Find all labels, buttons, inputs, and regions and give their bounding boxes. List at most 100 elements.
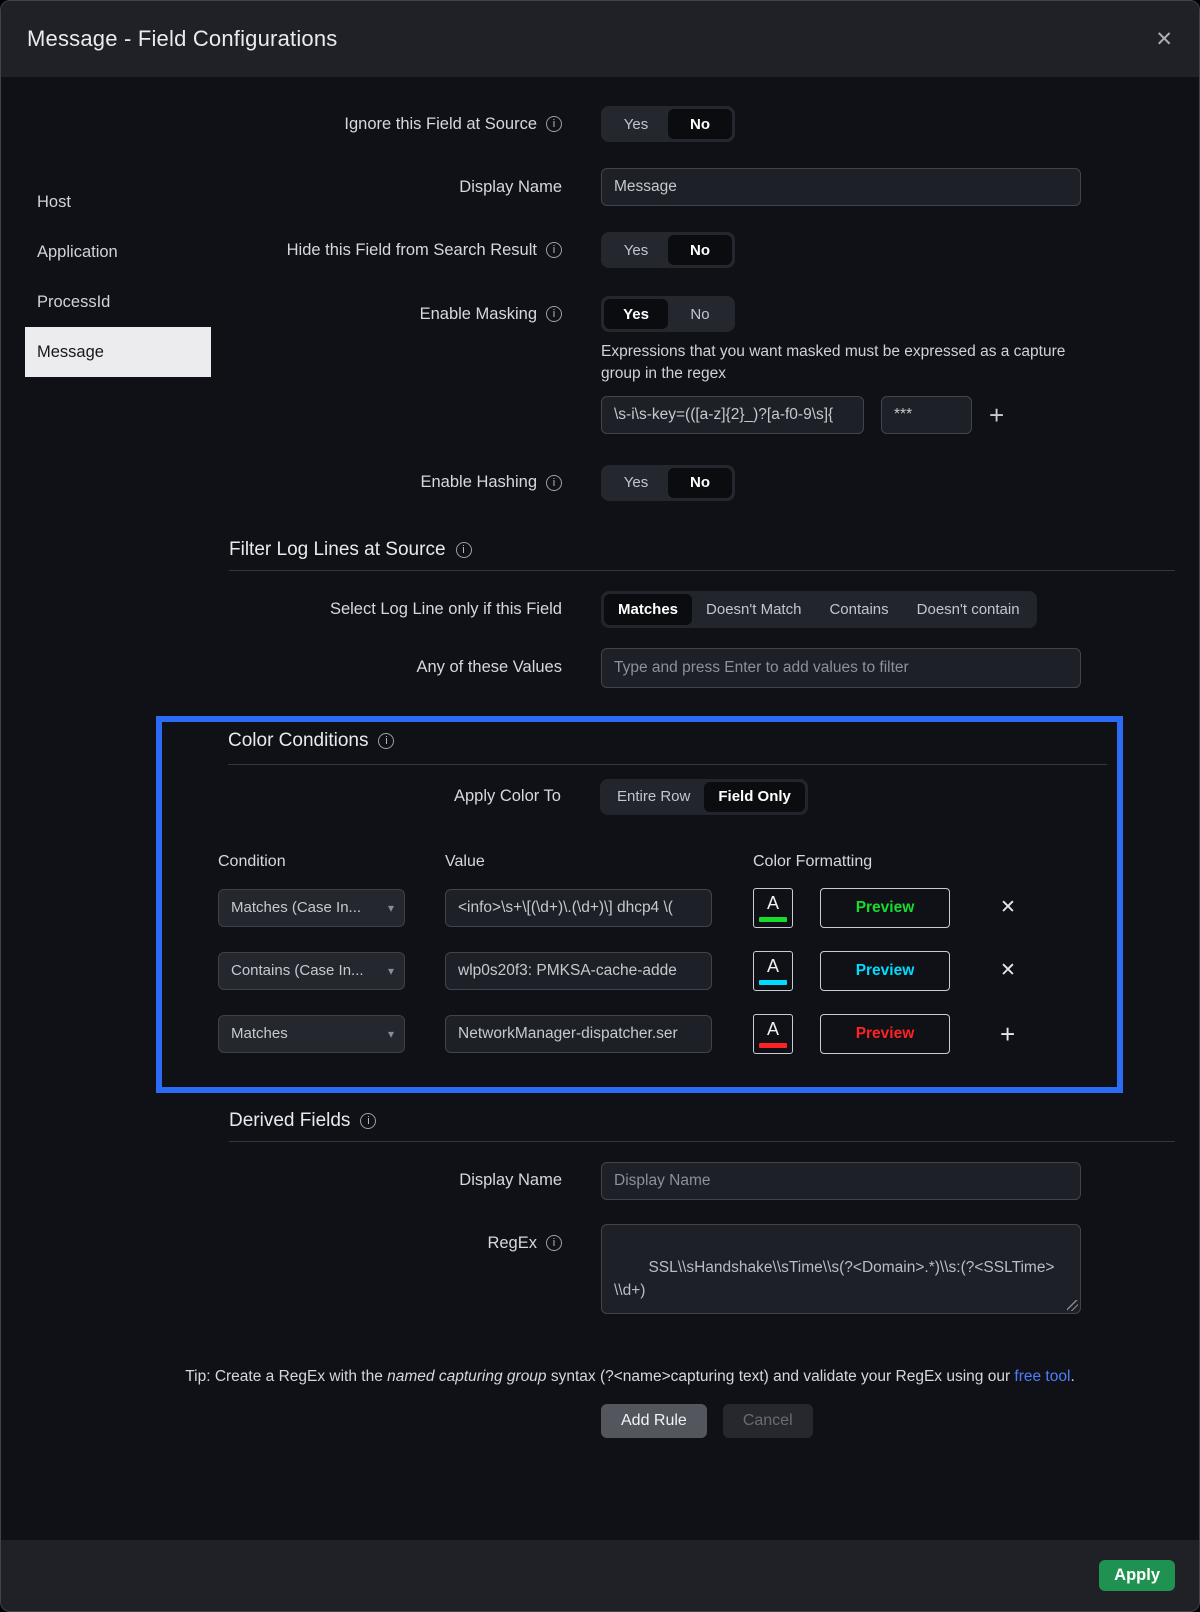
font-color-button[interactable]: A <box>753 951 793 991</box>
info-icon[interactable]: i <box>546 1235 562 1251</box>
toggle-no-option[interactable]: No <box>668 235 732 265</box>
tip-text: Tip: Create a RegEx with the <box>185 1368 387 1385</box>
derived-regex-row: RegEx i SSL\\sHandshake\\sTime\\s(?<Doma… <box>25 1224 1175 1314</box>
info-icon[interactable]: i <box>378 733 394 749</box>
sidebar-item-application[interactable]: Application <box>25 227 211 277</box>
section-title-text: Color Conditions <box>228 730 368 752</box>
regex-text: SSL\\sHandshake\\sTime\\s(?<Domain>.*)\\… <box>614 1259 1055 1299</box>
condition-select[interactable]: Contains (Case In... ▾ <box>218 952 405 990</box>
color-conditions-title: Color Conditions i <box>228 730 1117 752</box>
preview-button[interactable]: Preview <box>820 1014 950 1054</box>
toggle-yes-option[interactable]: Yes <box>604 109 668 139</box>
sidebar-item-host[interactable]: Host <box>25 177 211 227</box>
info-icon[interactable]: i <box>360 1113 376 1129</box>
apply-option-entire-row[interactable]: Entire Row <box>603 782 704 812</box>
add-condition-icon[interactable]: + <box>1000 1021 1015 1047</box>
cancel-button[interactable]: Cancel <box>723 1404 813 1438</box>
color-formatting-column-header: Color Formatting <box>753 853 872 871</box>
filter-condition-label: Select Log Line only if this Field <box>25 600 562 619</box>
filter-option-contains[interactable]: Contains <box>815 594 902 625</box>
condition-select[interactable]: Matches ▾ <box>218 1015 405 1053</box>
filter-option-doesnt-contain[interactable]: Doesn't contain <box>903 594 1034 625</box>
modal-footer: Apply <box>1 1540 1199 1611</box>
apply-button[interactable]: Apply <box>1099 1560 1175 1591</box>
toggle-no-option[interactable]: No <box>668 109 732 139</box>
derived-display-name-row: Display Name <box>25 1162 1175 1200</box>
masking-toggle[interactable]: Yes No <box>601 296 735 332</box>
derived-regex-textarea[interactable]: SSL\\sHandshake\\sTime\\s(?<Domain>.*)\\… <box>601 1224 1081 1314</box>
ignore-field-row: Ignore this Field at Source i Yes No <box>25 106 1175 142</box>
section-divider <box>229 570 1175 571</box>
color-swatch-bar <box>759 1043 787 1048</box>
tip-text: syntax (?<name>capturing text) and valid… <box>547 1368 1015 1385</box>
hide-toggle[interactable]: Yes No <box>601 232 735 268</box>
letter-a: A <box>767 955 779 977</box>
display-name-input[interactable] <box>601 168 1081 206</box>
enable-hashing-row: Enable Hashing i Yes No <box>25 465 1175 501</box>
info-icon[interactable]: i <box>546 306 562 322</box>
filter-values-label: Any of these Values <box>25 658 562 677</box>
close-icon[interactable]: ✕ <box>1155 29 1173 50</box>
remove-condition-icon[interactable]: ✕ <box>1000 961 1016 980</box>
add-rule-button[interactable]: Add Rule <box>601 1404 707 1438</box>
toggle-no-option[interactable]: No <box>668 299 732 329</box>
section-title-text: Derived Fields <box>229 1110 350 1132</box>
toggle-yes-option[interactable]: Yes <box>604 299 668 329</box>
toggle-yes-option[interactable]: Yes <box>604 235 668 265</box>
toggle-yes-option[interactable]: Yes <box>604 468 668 498</box>
mask-value-input[interactable] <box>881 396 972 434</box>
value-column-header: Value <box>445 853 712 871</box>
masking-regex-input[interactable] <box>601 396 864 434</box>
info-icon[interactable]: i <box>456 542 472 558</box>
ignore-toggle[interactable]: Yes No <box>601 106 735 142</box>
derived-display-name-label: Display Name <box>25 1171 562 1190</box>
filter-option-doesnt-match[interactable]: Doesn't Match <box>692 594 815 625</box>
add-mask-icon[interactable]: + <box>989 402 1004 428</box>
filter-section-title: Filter Log Lines at Source i <box>229 539 1175 561</box>
condition-column-header: Condition <box>218 853 405 871</box>
derived-display-name-input[interactable] <box>601 1162 1081 1200</box>
filter-condition-row: Select Log Line only if this Field Match… <box>25 591 1175 628</box>
condition-select[interactable]: Matches (Case In... ▾ <box>218 889 405 927</box>
preview-button[interactable]: Preview <box>820 951 950 991</box>
section-divider <box>228 764 1107 765</box>
ignore-field-label: Ignore this Field at Source i <box>25 115 562 134</box>
remove-condition-icon[interactable]: ✕ <box>1000 898 1016 917</box>
condition-value-input[interactable] <box>445 952 712 990</box>
info-icon[interactable]: i <box>546 475 562 491</box>
apply-color-segmented[interactable]: Entire Row Field Only <box>600 779 808 815</box>
label-text: Apply Color To <box>454 787 561 806</box>
apply-option-field-only[interactable]: Field Only <box>704 782 805 812</box>
masking-pattern-row: + <box>601 396 1175 434</box>
color-swatch-bar <box>759 917 787 922</box>
label-text: Select Log Line only if this Field <box>330 600 562 619</box>
label-text: Hide this Field from Search Result <box>287 241 537 260</box>
font-color-button[interactable]: A <box>753 888 793 928</box>
section-title-text: Filter Log Lines at Source <box>229 539 446 561</box>
sidebar-item-label: Host <box>37 193 71 212</box>
derived-fields-title: Derived Fields i <box>229 1110 1175 1132</box>
condition-value-input[interactable] <box>445 1015 712 1053</box>
info-icon[interactable]: i <box>546 116 562 132</box>
preview-button[interactable]: Preview <box>820 888 950 928</box>
filter-option-matches[interactable]: Matches <box>604 594 692 625</box>
info-icon[interactable]: i <box>546 242 562 258</box>
resize-handle-icon[interactable] <box>1067 1300 1078 1311</box>
tip-italic-text: named capturing group <box>387 1368 546 1385</box>
filter-values-input[interactable] <box>601 648 1081 688</box>
chevron-down-icon: ▾ <box>388 901 394 915</box>
free-tool-link[interactable]: free tool <box>1014 1368 1070 1385</box>
sidebar-item-message[interactable]: Message <box>25 327 211 377</box>
sidebar-item-label: Application <box>37 243 118 262</box>
hashing-toggle[interactable]: Yes No <box>601 465 735 501</box>
sidebar-item-processid[interactable]: ProcessId <box>25 277 211 327</box>
modal-body: Host Application ProcessId Message Ignor… <box>1 77 1199 1540</box>
modal-header: Message - Field Configurations ✕ <box>1 1 1199 77</box>
font-color-button[interactable]: A <box>753 1014 793 1054</box>
color-condition-row: Matches ▾ A Preview + <box>218 1014 1117 1054</box>
condition-value-input[interactable] <box>445 889 712 927</box>
filter-condition-segmented[interactable]: Matches Doesn't Match Contains Doesn't c… <box>601 591 1037 628</box>
toggle-no-option[interactable]: No <box>668 468 732 498</box>
derived-regex-label: RegEx i <box>25 1224 562 1253</box>
value-cell <box>445 952 712 990</box>
